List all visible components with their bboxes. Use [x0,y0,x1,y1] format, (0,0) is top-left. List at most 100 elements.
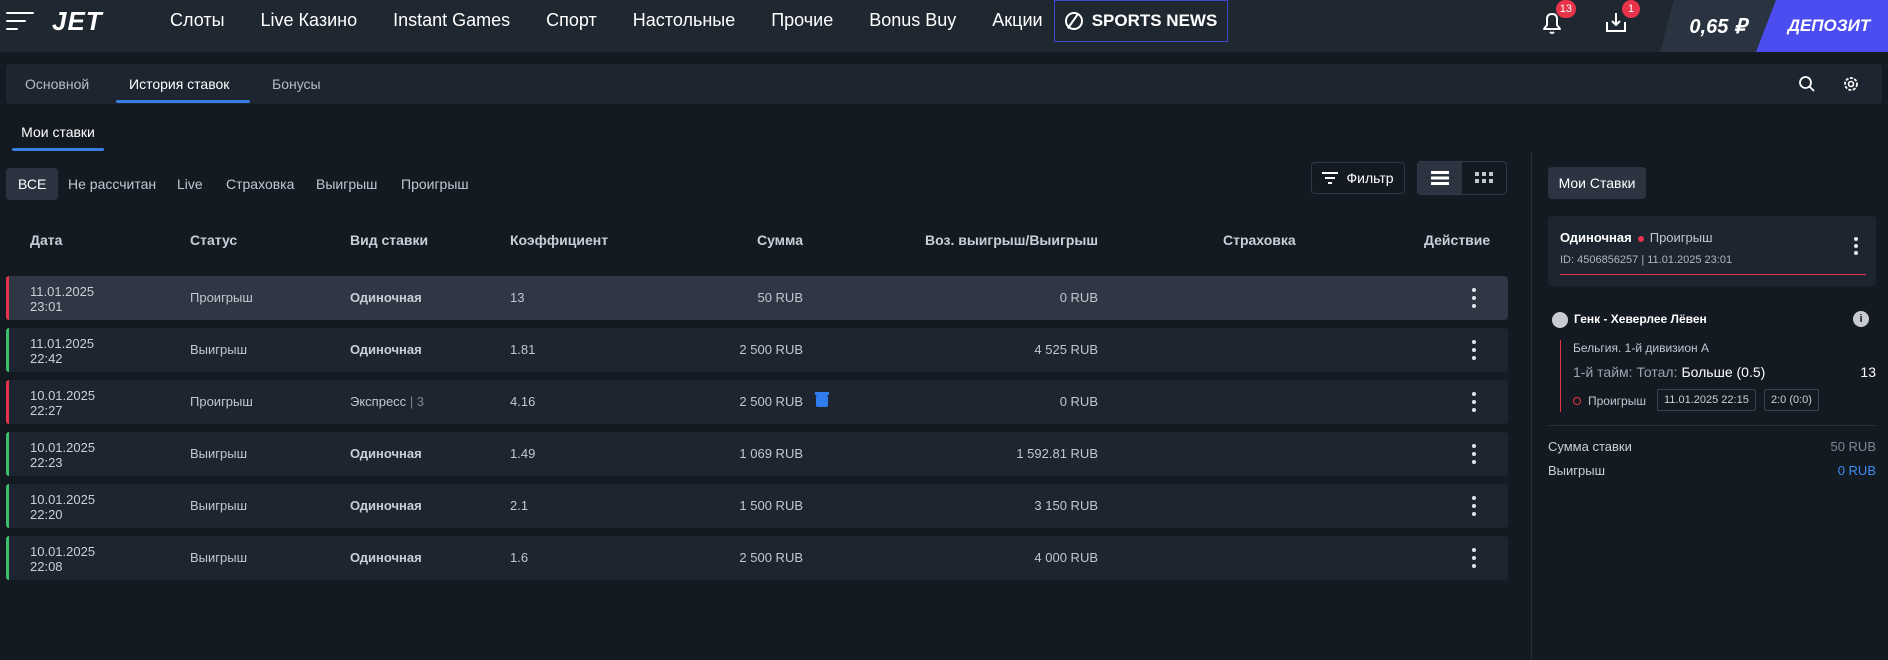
row-bet-type: Одиночная [350,550,422,565]
row-date: 10.01.2025 22:27 [30,388,96,418]
summary-divider [1548,425,1876,426]
menu-icon[interactable] [6,10,34,32]
win-indicator [6,328,9,372]
gift-icon [815,392,829,407]
sports-news-label: SPORTS NEWS [1091,11,1218,30]
row-status: Выигрыш [190,446,248,461]
notifications-badge: 13 [1555,0,1576,18]
row-actions-icon[interactable] [1472,340,1476,360]
row-coefficient: 4.16 [510,394,536,409]
bet-card-title: Одиночная Проигрыш [1560,230,1713,245]
my-bets-button[interactable]: Мои Ставки [1548,167,1646,199]
col-coefficient[interactable]: Коэффициент [510,232,608,248]
list-icon [1431,171,1449,185]
row-sum: 2 500 RUB [739,550,803,565]
tab-bonuses[interactable]: Бонусы [272,64,321,104]
gear-icon[interactable] [1842,75,1860,93]
list-view-button[interactable] [1418,162,1462,194]
stake-value: 50 RUB [1830,439,1876,454]
nav-item-bonus-buy[interactable]: Bonus Buy [869,10,956,31]
loss-indicator [6,380,9,424]
deposit-button[interactable]: ДЕПОЗИТ [1756,0,1888,52]
filter-unsettled[interactable]: Не рассчитан [56,168,168,200]
col-action[interactable]: Действие [1424,232,1490,248]
table-row[interactable]: 10.01.2025 22:20 Выигрыш Одиночная 2.1 1 … [6,484,1508,528]
col-date[interactable]: Дата [30,232,62,248]
match-date-tag: 11.01.2025 22:15 [1657,389,1756,411]
loss-dot-icon [1573,397,1581,405]
col-bet-type[interactable]: Вид ставки [350,232,428,248]
nav-item-promotions[interactable]: Акции [992,10,1042,31]
nav-item-live-casino[interactable]: Live Казино [261,10,358,31]
row-coefficient: 1.6 [510,550,529,565]
col-winnings[interactable]: Воз. выигрыш/Выигрыш [886,232,1098,248]
table-row[interactable]: 10.01.2025 22:08 Выигрыш Одиночная 1.6 2 … [6,536,1508,580]
filter-live[interactable]: Live [165,168,215,200]
top-bar: JET Слоты Live Казино Instant Games Спор… [0,0,1888,52]
messages-badge: 1 [1622,0,1640,18]
bet-card-menu-icon[interactable] [1854,237,1858,258]
table-header: Дата Статус Вид ставки Коэффициент Сумма… [6,232,1508,252]
match-loss-line [1560,340,1561,412]
row-coefficient: 13 [510,290,525,305]
row-actions-icon[interactable] [1472,548,1476,568]
balance[interactable]: 0,65 ₽ [1660,0,1776,52]
row-actions-icon[interactable] [1472,444,1476,464]
table-row[interactable]: 10.01.2025 22:23 Выигрыш Одиночная 1.49 1… [6,432,1508,476]
logo[interactable]: JET [52,6,103,37]
win-indicator [6,432,9,476]
filter-lost[interactable]: Проигрыш [389,168,481,200]
col-sum[interactable]: Сумма [626,232,803,248]
col-status[interactable]: Статус [190,232,237,248]
status-dot [1637,235,1644,242]
bet-card-loss-line [1560,274,1866,275]
notifications-button[interactable]: 13 [1538,0,1576,36]
view-toggle [1417,161,1507,195]
search-icon[interactable] [1798,75,1816,93]
win-value: 0 RUB [1837,463,1876,478]
row-coefficient: 1.49 [510,446,536,461]
filter-insurance[interactable]: Страховка [214,168,306,200]
tab-main[interactable]: Основной [25,64,89,104]
row-date: 10.01.2025 22:20 [30,492,96,522]
nav-item-sport[interactable]: Спорт [546,10,597,31]
football-icon [1552,312,1568,328]
row-actions-icon[interactable] [1472,392,1476,412]
row-actions-icon[interactable] [1472,496,1476,516]
tab-my-bets[interactable]: Мои ставки [12,114,104,150]
table-row[interactable]: 10.01.2025 22:27 Проигрыш Экспресс | 3 4.… [6,380,1508,424]
filter-button[interactable]: Фильтр [1311,162,1405,194]
grid-view-button[interactable] [1462,162,1506,194]
nav-item-instant-games[interactable]: Instant Games [393,10,510,31]
row-bet-type: Одиночная [350,290,422,305]
info-icon[interactable]: i [1853,311,1869,327]
row-bet-type: Одиночная [350,342,422,357]
row-status: Выигрыш [190,498,248,513]
tab-bet-history[interactable]: История ставок [129,64,229,104]
score-tag: 2:0 (0:0) [1764,389,1819,411]
table-row[interactable]: 11.01.2025 23:01 Проигрыш Одиночная 13 50… [6,276,1508,320]
nav-item-other[interactable]: Прочие [771,10,833,31]
nav-item-table-games[interactable]: Настольные [633,10,735,31]
row-winnings: 4 000 RUB [1034,550,1098,565]
nav-item-slots[interactable]: Слоты [170,10,225,31]
filter-icon [1322,172,1339,184]
row-winnings: 3 150 RUB [1034,498,1098,513]
filter-won[interactable]: Выигрыш [304,168,389,200]
row-date: 10.01.2025 22:23 [30,440,96,470]
filter-button-label: Фильтр [1346,170,1394,186]
row-status: Выигрыш [190,550,248,565]
active-tab-indicator [116,100,250,103]
row-actions-icon[interactable] [1472,288,1476,308]
filter-all[interactable]: ВСЕ [6,168,59,200]
messages-button[interactable]: 1 [1602,0,1640,36]
table-row[interactable]: 11.01.2025 22:42 Выигрыш Одиночная 1.81 2… [6,328,1508,372]
bet-card[interactable]: Одиночная Проигрыш ID: 4506856257 | 11.01… [1548,216,1876,286]
row-bet-type: Одиночная [350,446,422,461]
bet-card-id: ID: 4506856257 | 11.01.2025 23:01 [1560,254,1733,266]
col-insurance[interactable]: Страховка [1223,232,1296,248]
sports-news-button[interactable]: SPORTS NEWS [1054,0,1228,42]
row-sum: 1 069 RUB [739,446,803,461]
grid-icon [1475,172,1493,183]
row-coefficient: 1.81 [510,342,536,357]
